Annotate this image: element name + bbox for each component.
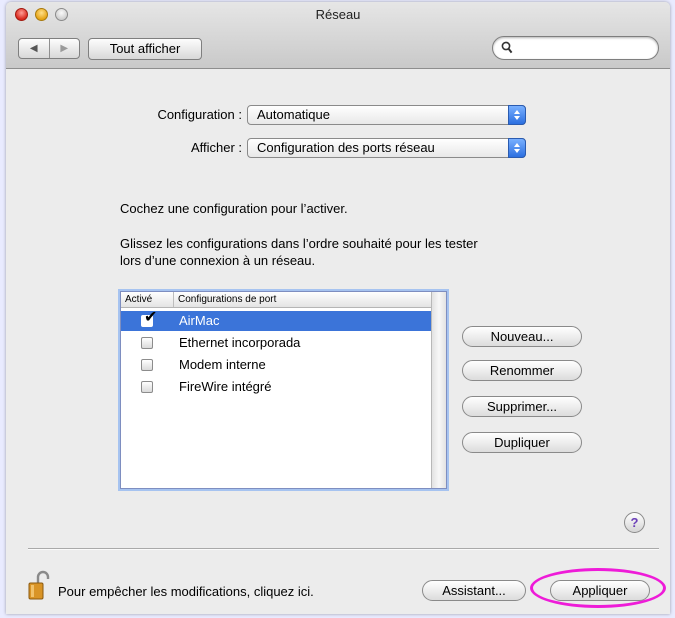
search-input[interactable] <box>492 36 659 60</box>
instruction-drag-line2: lors d’une connexion à un réseau. <box>120 253 316 268</box>
table-row[interactable]: ✔ AirMac <box>121 310 432 331</box>
window-title: Réseau <box>315 7 361 22</box>
popup-arrows-icon <box>508 138 526 158</box>
instruction-drag-line1: Glissez les configurations dans l’ordre … <box>120 236 478 251</box>
footer-divider <box>28 548 659 550</box>
port-name: AirMac <box>179 313 220 328</box>
column-header-active[interactable]: Activé <box>125 292 152 307</box>
forward-arrow-icon[interactable]: ▶ <box>48 39 80 58</box>
lock-icon[interactable] <box>28 570 50 600</box>
row-checkbox[interactable] <box>141 337 153 349</box>
network-prefs-window: Réseau ◀ ▶ Tout afficher Configuration :… <box>6 2 670 614</box>
port-name: FireWire intégré <box>179 379 272 394</box>
instruction-activate: Cochez une configuration pour l’activer. <box>120 201 348 216</box>
new-button[interactable]: Nouveau... <box>462 326 582 347</box>
table-scrollbar[interactable] <box>431 292 446 488</box>
search-icon <box>501 41 513 54</box>
toolbar: Réseau ◀ ▶ Tout afficher <box>6 2 670 69</box>
popup-arrows-icon <box>508 105 526 125</box>
show-value: Configuration des ports réseau <box>257 140 435 155</box>
configuration-value: Automatique <box>257 107 330 122</box>
table-row[interactable]: Modem interne <box>121 355 432 375</box>
row-checkbox[interactable] <box>141 359 153 371</box>
port-name: Modem interne <box>179 357 266 372</box>
lock-message[interactable]: Pour empêcher les modifications, cliquez… <box>58 584 314 600</box>
apply-highlight-circle <box>530 568 666 608</box>
configuration-popup[interactable]: Automatique <box>247 105 526 125</box>
show-label: Afficher : <box>190 140 242 155</box>
delete-button[interactable]: Supprimer... <box>462 396 582 417</box>
row-checkbox[interactable]: ✔ <box>141 310 157 327</box>
configuration-label: Configuration : <box>157 107 242 122</box>
port-configurations-table[interactable]: Activé Configurations de port ✔ AirMac E… <box>120 291 447 489</box>
table-header: Activé Configurations de port <box>121 292 432 308</box>
assistant-button[interactable]: Assistant... <box>422 580 526 601</box>
show-popup[interactable]: Configuration des ports réseau <box>247 138 526 158</box>
nav-back-forward: ◀ ▶ <box>18 38 80 59</box>
port-name: Ethernet incorporada <box>179 335 301 350</box>
row-checkbox[interactable] <box>141 381 153 393</box>
column-header-port-configurations[interactable]: Configurations de port <box>173 292 276 307</box>
help-button[interactable]: ? <box>624 512 645 533</box>
back-arrow-icon[interactable]: ◀ <box>19 39 49 58</box>
show-all-button[interactable]: Tout afficher <box>88 38 202 60</box>
table-row[interactable]: Ethernet incorporada <box>121 333 432 353</box>
checkmark-icon: ✔ <box>144 309 158 326</box>
rename-button[interactable]: Renommer <box>462 360 582 381</box>
duplicate-button[interactable]: Dupliquer <box>462 432 582 453</box>
table-row[interactable]: FireWire intégré <box>121 377 432 397</box>
